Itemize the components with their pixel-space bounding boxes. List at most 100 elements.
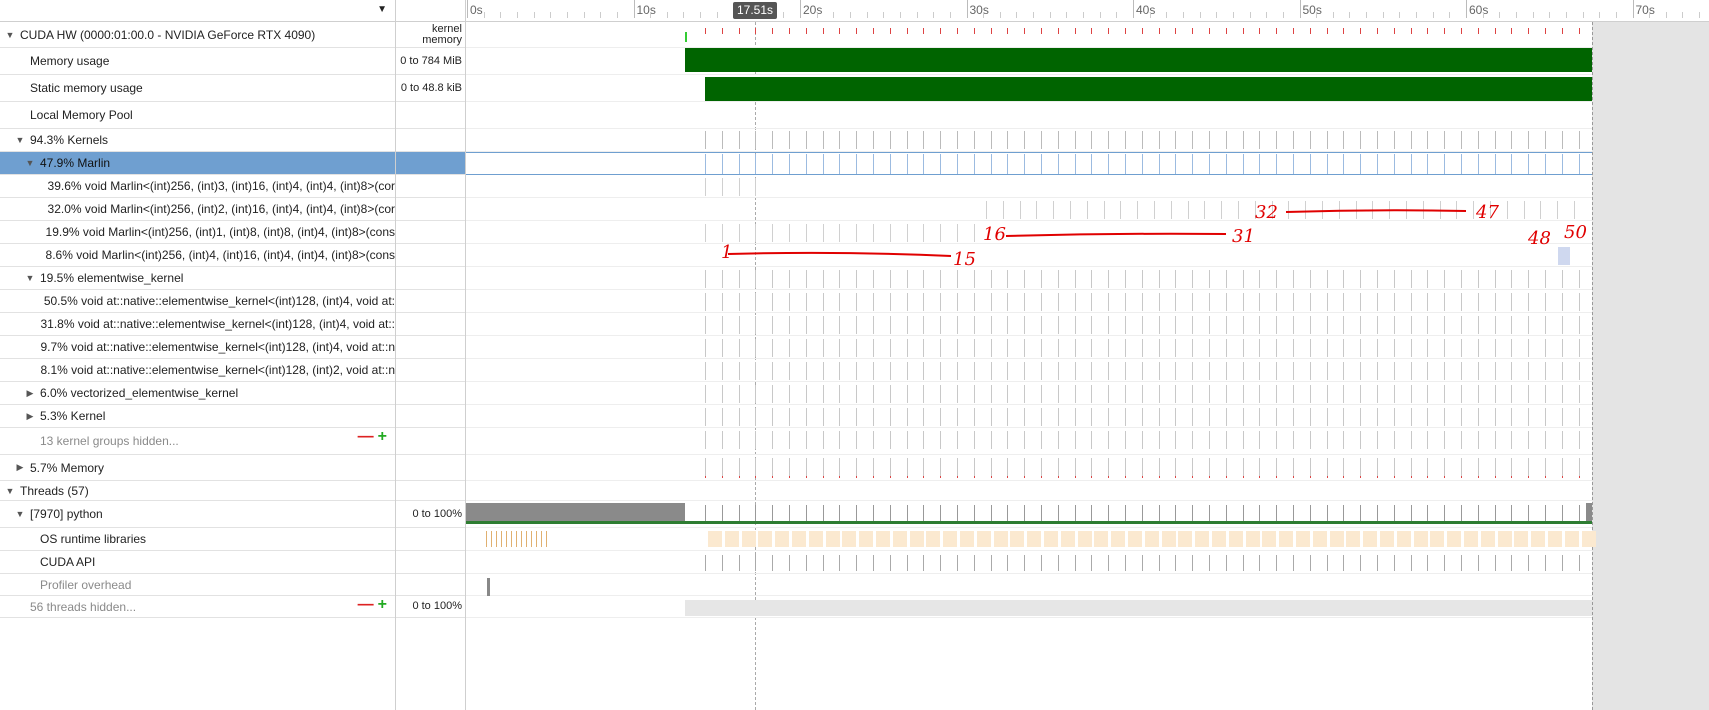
row-static-memory[interactable]: Static memory usage — [0, 75, 395, 102]
scale-value — [396, 481, 465, 501]
caret-down-icon[interactable]: ▼ — [377, 4, 387, 15]
collapse-icon[interactable]: ▼ — [24, 273, 36, 283]
row-marlin-3[interactable]: 39.6% void Marlin<(int)256, (int)3, (int… — [0, 175, 395, 198]
row-elementwise[interactable]: ▼ 19.5% elementwise_kernel — [0, 267, 395, 290]
kernel-tick — [755, 178, 756, 196]
python-tick — [1259, 505, 1260, 523]
kernel-tick — [940, 316, 941, 334]
kernel-tick — [1343, 431, 1344, 449]
collapse-icon[interactable]: ▼ — [14, 135, 26, 145]
row-marlin[interactable]: ▼ 47.9% Marlin — [0, 152, 395, 175]
row-elementwise-31[interactable]: 31.8% void at::native::elementwise_kerne… — [0, 313, 395, 336]
row-vectorized[interactable]: ▶ 6.0% vectorized_elementwise_kernel — [0, 382, 395, 405]
plus-button[interactable]: + — [378, 596, 387, 613]
kernel-tick — [1075, 339, 1076, 357]
kernel-tick — [789, 270, 790, 288]
row-hidden-groups[interactable]: 13 kernel groups hidden... — + — [0, 428, 395, 455]
python-tick — [1545, 505, 1546, 523]
os-call — [1380, 531, 1394, 547]
kernel-tick — [1259, 270, 1260, 288]
row-marlin-1[interactable]: 19.9% void Marlin<(int)256, (int)1, (int… — [0, 221, 395, 244]
kernel-tick — [1377, 28, 1378, 34]
api-tick — [739, 555, 740, 571]
minus-button[interactable]: — — [358, 596, 374, 613]
kernel-tick — [1259, 458, 1260, 476]
kernel-tick — [739, 293, 740, 311]
python-busy — [466, 503, 685, 521]
row-local-memory-pool[interactable]: Local Memory Pool — [0, 102, 395, 129]
expand-icon[interactable]: ▶ — [14, 462, 26, 473]
kernel-tick — [923, 270, 924, 288]
memory-tick — [1478, 476, 1479, 478]
timeline-graphics: 32 47 16 31 48 50 1 15 — [466, 28, 1596, 616]
row-kernel[interactable]: ▶ 5.3% Kernel — [0, 405, 395, 428]
kernel-tick — [1007, 28, 1008, 34]
kernel-tick — [1528, 270, 1529, 288]
kernel-tick — [755, 431, 756, 449]
kernel-tick — [1562, 408, 1563, 426]
kernel-tick — [1276, 362, 1277, 380]
kernel-tick — [907, 28, 908, 34]
api-tick — [755, 555, 756, 571]
kernel-tick — [1226, 293, 1227, 311]
row-python[interactable]: ▼ [7970] python — [0, 501, 395, 528]
python-tick — [1192, 505, 1193, 523]
os-call — [842, 531, 856, 547]
row-elementwise-9[interactable]: 9.7% void at::native::elementwise_kernel… — [0, 336, 395, 359]
row-elementwise-50[interactable]: 50.5% void at::native::elementwise_kerne… — [0, 290, 395, 313]
kernel-tick — [1209, 408, 1210, 426]
kernel-tick — [1524, 201, 1525, 219]
row-marlin-2[interactable]: 32.0% void Marlin<(int)256, (int)2, (int… — [0, 198, 395, 221]
kernel-tick — [1545, 270, 1546, 288]
row-os-runtime[interactable]: OS runtime libraries — [0, 528, 395, 551]
row-cuda-api[interactable]: CUDA API — [0, 551, 395, 574]
kernel-tick — [1444, 270, 1445, 288]
scale-value: 0 to 100% — [396, 596, 465, 618]
plus-button[interactable]: + — [378, 428, 387, 445]
row-marlin-4[interactable]: 8.6% void Marlin<(int)256, (int)4, (int)… — [0, 244, 395, 267]
kernel-tick — [991, 316, 992, 334]
kernel-tick — [1495, 316, 1496, 334]
row-kernels[interactable]: ▼ 94.3% Kernels — [0, 129, 395, 152]
row-elementwise-8[interactable]: 8.1% void at::native::elementwise_kernel… — [0, 359, 395, 382]
row-hidden-threads[interactable]: 56 threads hidden... — + — [0, 596, 395, 618]
row-memory-usage[interactable]: Memory usage — [0, 48, 395, 75]
memory-tick — [907, 476, 908, 478]
kernel-tick — [890, 431, 891, 449]
kernel-tick — [1360, 408, 1361, 426]
collapse-icon[interactable]: ▼ — [14, 509, 26, 519]
python-tick — [1159, 505, 1160, 523]
kernel-tick — [890, 385, 891, 403]
collapse-icon[interactable]: ▼ — [4, 30, 16, 40]
collapse-icon[interactable]: ▼ — [24, 158, 36, 168]
os-call — [1346, 531, 1360, 547]
timeline-panel[interactable]: 0s 10s 20s 30s 40s 50s 60s 70s 17.51s 32 47 16 31 4… — [466, 0, 1709, 710]
collapse-icon[interactable]: ▼ — [4, 486, 16, 496]
api-tick — [1243, 555, 1244, 571]
kernel-tick — [1125, 28, 1126, 34]
kernel-tick — [1293, 385, 1294, 403]
kernel-tick — [1473, 201, 1474, 219]
kernel-tick — [705, 131, 706, 149]
kernel-tick — [806, 293, 807, 311]
kernel-tick — [923, 131, 924, 149]
memory-tick — [739, 476, 740, 478]
python-tick — [1327, 505, 1328, 523]
kernel-tick — [1192, 408, 1193, 426]
kernel-tick — [890, 154, 891, 174]
kernel-tick — [1159, 154, 1160, 174]
kernel-tick — [1343, 339, 1344, 357]
minus-button[interactable]: — — [358, 428, 374, 445]
kernel-tick — [806, 224, 807, 242]
expand-icon[interactable]: ▶ — [24, 411, 36, 422]
row-profiler-overhead[interactable]: Profiler overhead — [0, 574, 395, 596]
kernel-tick — [1461, 385, 1462, 403]
row-threads[interactable]: ▼ Threads (57) — [0, 481, 395, 501]
expand-icon[interactable]: ▶ — [24, 388, 36, 399]
kernel-tick — [1579, 458, 1580, 476]
row-memory[interactable]: ▶ 5.7% Memory — [0, 455, 395, 481]
kernel-tick — [991, 458, 992, 476]
os-call — [758, 531, 772, 547]
row-cuda-hw[interactable]: ▼ CUDA HW (0000:01:00.0 - NVIDIA GeForce … — [0, 22, 395, 48]
memory-tick — [789, 476, 790, 478]
